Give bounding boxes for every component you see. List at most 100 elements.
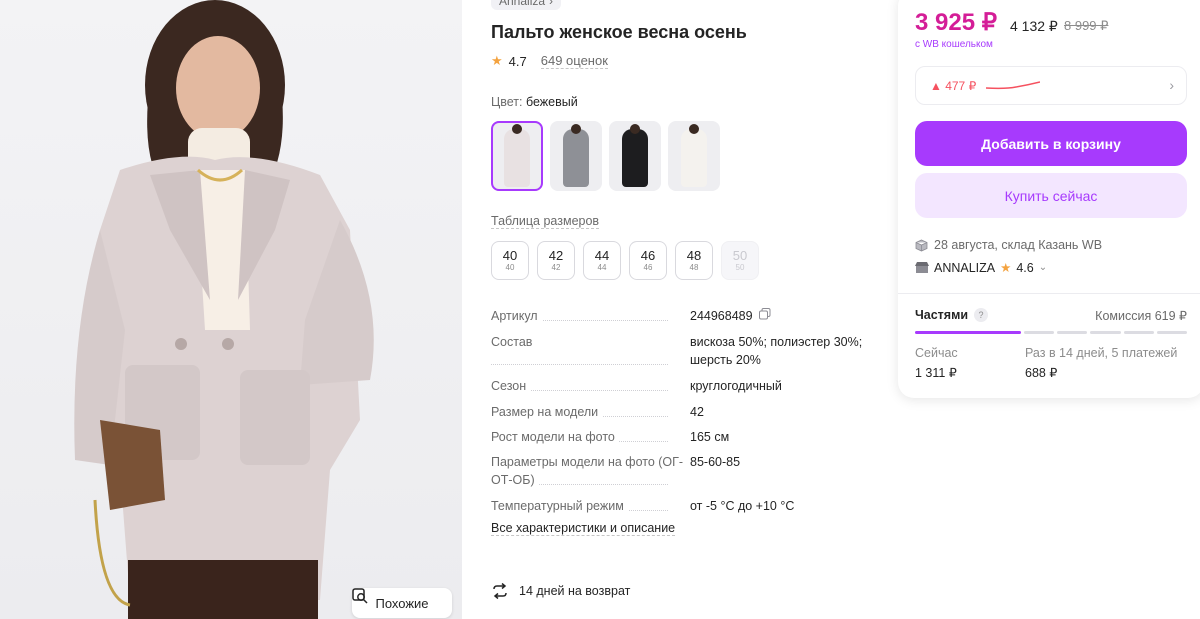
color-variants (491, 121, 720, 191)
delivery-info: 28 августа, склад Казань WB (915, 238, 1102, 252)
price-change: ▲ 477 ₽ (930, 79, 977, 93)
installments-now-label: Сейчас (915, 346, 958, 360)
size-option[interactable]: 42 42 (537, 241, 575, 280)
variant-figure (504, 129, 530, 187)
installment-bar (915, 331, 1021, 334)
seller-rating: 4.6 (1016, 260, 1034, 275)
similar-search-icon (352, 588, 368, 604)
installments-now-value: 1 311 ₽ (915, 366, 957, 380)
delivery-text: 28 августа, склад Казань WB (934, 238, 1103, 252)
installment-bar (1057, 331, 1088, 334)
box-icon (915, 239, 928, 251)
size-ru: 46 (640, 248, 656, 263)
size-eu: 46 (643, 263, 653, 272)
size-ru: 42 (548, 248, 564, 263)
returns-info: 14 дней на возврат (491, 583, 630, 599)
variant-figure (563, 129, 589, 187)
shop-icon (915, 261, 929, 273)
spec-value: от -5 °С до +10 °С (690, 499, 795, 513)
chevron-down-icon: ⌄ (1038, 262, 1048, 273)
product-photo[interactable]: Похожие (0, 0, 462, 619)
size-option[interactable]: 44 44 (583, 241, 621, 280)
installment-bar (1156, 331, 1187, 334)
color-variant-thumb[interactable] (491, 121, 543, 191)
size-option[interactable]: 48 48 (675, 241, 713, 280)
spec-key: Рост модели на фото (491, 428, 690, 446)
size-eu: 48 (689, 263, 699, 272)
size-table-link[interactable]: Таблица размеров (491, 214, 600, 229)
spec-value: 244968489 (690, 307, 870, 325)
reviews-link[interactable]: 649 оценок (540, 53, 608, 69)
spec-value: круглогодичный (690, 379, 782, 393)
price-without-wallet: 4 132 ₽ (1010, 18, 1058, 34)
variant-figure (681, 129, 707, 187)
size-eu: 44 (597, 263, 607, 272)
size-option[interactable]: 50 50 (721, 241, 759, 280)
color-value: бежевый (525, 95, 578, 109)
current-price: 3 925 ₽ (915, 9, 997, 36)
color-variant-thumb[interactable] (609, 121, 661, 191)
variant-head (512, 124, 522, 134)
spec-value: 165 см (690, 430, 730, 444)
variant-figure (622, 129, 648, 187)
star-icon: ★ (491, 53, 503, 68)
variant-head (689, 124, 699, 134)
size-ru: 40 (502, 248, 518, 263)
installments-period-value: 688 ₽ (1025, 366, 1058, 380)
spec-row: Состав вискоза 50%; полиэстер 30%; шерсть… (491, 333, 871, 369)
size-eu: 50 (735, 263, 745, 272)
product-rating: ★ 4.7 649 оценок (491, 53, 608, 69)
similar-button-label: Похожие (375, 595, 429, 611)
chevron-right-icon: › (549, 0, 554, 8)
installments-title: Частями (915, 308, 969, 322)
spec-row: Параметры модели на фото (ОГ-ОТ-ОБ) 85-60… (491, 453, 871, 489)
installments-commission: Комиссия 619 ₽ (1095, 309, 1187, 323)
star-icon: ★ (1000, 261, 1012, 275)
model-illustration (74, 0, 374, 619)
seller-info[interactable]: ANNALIZA ★ 4.6 ⌄ (915, 260, 1047, 275)
similar-button[interactable]: Похожие (352, 588, 452, 618)
help-icon[interactable]: ? (974, 308, 989, 322)
all-specs-link[interactable]: Все характеристики и описание (491, 521, 676, 536)
divider (898, 293, 1200, 294)
chevron-right-icon: › (1169, 77, 1174, 93)
copy-icon[interactable] (758, 307, 771, 325)
spec-row: Сезон круглогодичный (491, 377, 871, 395)
seller-name: ANNALIZA (934, 260, 996, 275)
size-eu: 42 (551, 263, 561, 272)
variant-head (630, 124, 640, 134)
spec-key: Сезон (491, 377, 690, 395)
installment-bar (1123, 331, 1154, 334)
spec-value: 85-60-85 (690, 455, 741, 469)
rating-value: 4.7 (508, 53, 527, 69)
spec-key: Температурный режим (491, 497, 690, 515)
spec-row: Температурный режим от -5 °С до +10 °С (491, 497, 871, 515)
size-option[interactable]: 40 40 (491, 241, 529, 280)
spec-row: Рост модели на фото 165 см (491, 428, 871, 446)
color-label: Цвет: бежевый (491, 95, 578, 109)
wallet-note: с WB кошельком (915, 39, 993, 50)
spec-key: Размер на модели (491, 403, 690, 421)
color-variant-thumb[interactable] (668, 121, 720, 191)
buy-now-button[interactable]: Купить сейчас (915, 173, 1187, 218)
spec-key: Артикул (491, 307, 690, 325)
brand-name: Annaliza (499, 0, 546, 8)
add-to-cart-button[interactable]: Добавить в корзину (915, 121, 1187, 166)
spec-row: Размер на модели 42 (491, 403, 871, 421)
size-option[interactable]: 46 46 (629, 241, 667, 280)
brand-link[interactable]: Annaliza › (491, 0, 562, 10)
returns-text: 14 дней на возврат (519, 584, 631, 598)
old-price: 8 999 ₽ (1064, 18, 1109, 33)
size-eu: 40 (505, 263, 515, 272)
variant-head (571, 124, 581, 134)
installment-bar (1023, 331, 1055, 334)
spec-value: вискоза 50%; полиэстер 30%; шерсть 20% (690, 335, 863, 367)
installment-bar (1090, 331, 1121, 334)
size-ru: 50 (732, 248, 748, 263)
price-history[interactable]: ▲ 477 ₽ › (915, 66, 1187, 105)
color-variant-thumb[interactable] (550, 121, 602, 191)
product-page: Похожие Annaliza › Пальто женское весна … (0, 0, 1200, 619)
spec-key: Параметры модели на фото (ОГ-ОТ-ОБ) (491, 455, 684, 487)
size-ru: 44 (594, 248, 610, 263)
price-trend-line-icon (986, 81, 1040, 90)
